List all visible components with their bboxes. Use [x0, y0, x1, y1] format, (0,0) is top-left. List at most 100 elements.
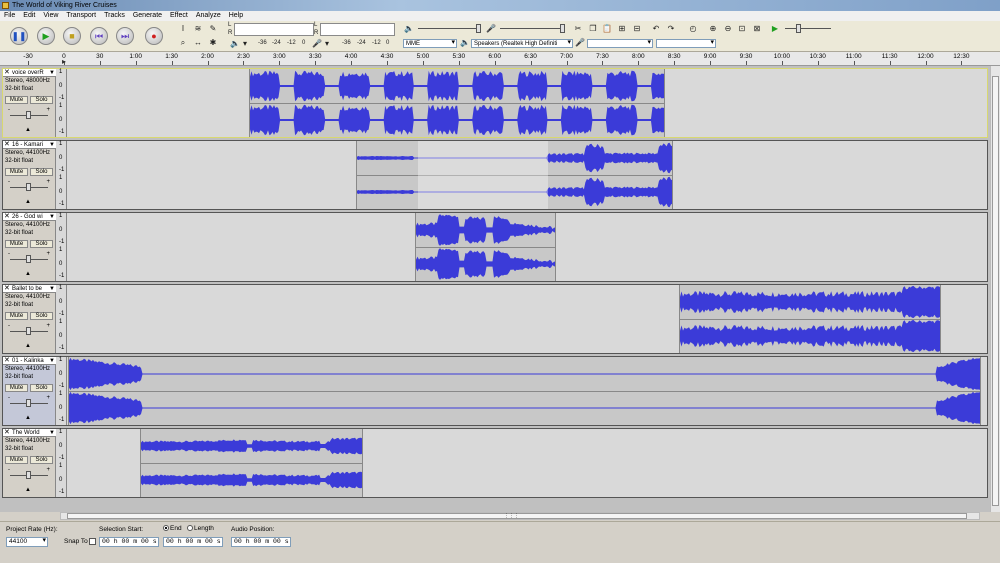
track-name-button[interactable]: ✕ 01 - Kalinka ▼: [3, 357, 56, 365]
project-rate-select[interactable]: 44100: [6, 537, 48, 547]
menu-effect[interactable]: Effect: [170, 11, 188, 21]
audio-clip[interactable]: [68, 357, 981, 425]
close-icon[interactable]: ✕: [4, 213, 10, 220]
gain-slider-knob[interactable]: [26, 471, 31, 479]
skip-start-button[interactable]: ⏮: [90, 27, 108, 45]
gain-slider-knob[interactable]: [26, 399, 31, 407]
audio-clip[interactable]: [140, 429, 363, 497]
track-control-panel[interactable]: ✕ The World ▼ Stereo, 44100Hz 32-bit float Mu…: [3, 429, 56, 497]
menu-analyze[interactable]: Analyze: [196, 11, 221, 21]
play-speed-slider[interactable]: [785, 28, 831, 29]
end-radio[interactable]: [163, 525, 169, 532]
chevron-down-icon[interactable]: ▼: [49, 357, 55, 364]
zoom-out-icon[interactable]: ⊖: [723, 24, 733, 34]
play-head-icon[interactable]: ▸: [62, 57, 66, 66]
selection-start-time[interactable]: 00 h 00 m 00 s: [99, 537, 159, 547]
close-icon[interactable]: ✕: [4, 357, 10, 364]
collapse-icon[interactable]: ▲: [25, 487, 31, 493]
audio-clip[interactable]: [249, 69, 665, 137]
draw-tool-icon[interactable]: ✎: [208, 24, 218, 34]
clip-area[interactable]: [68, 69, 987, 137]
audio-track[interactable]: ✕ Ballet to be ▼ Stereo, 44100Hz 32-bit floa…: [2, 284, 988, 354]
clip-area[interactable]: [68, 285, 987, 353]
trim-icon[interactable]: ⊞: [617, 24, 627, 34]
track-name-button[interactable]: ✕ Ballet to be ▼: [3, 285, 56, 293]
mute-button[interactable]: Mute: [5, 312, 28, 320]
gain-slider-knob[interactable]: [26, 327, 31, 335]
mute-button[interactable]: Mute: [5, 240, 28, 248]
chevron-down-icon[interactable]: ▼: [49, 429, 55, 436]
copy-icon[interactable]: ❐: [588, 24, 598, 34]
envelope-tool-icon[interactable]: ≋: [193, 24, 203, 34]
fit-selection-icon[interactable]: ⊡: [737, 24, 747, 34]
play-speed-knob[interactable]: [796, 24, 801, 33]
snap-to-checkbox[interactable]: [89, 538, 96, 545]
chevron-down-icon[interactable]: ▼: [49, 213, 55, 220]
chevron-down-icon[interactable]: ▾: [322, 39, 332, 49]
solo-button[interactable]: Solo: [30, 456, 53, 464]
audio-clip[interactable]: [679, 285, 941, 353]
menu-file[interactable]: File: [4, 11, 15, 21]
vertical-scrollbar[interactable]: [990, 66, 1000, 512]
solo-button[interactable]: Solo: [30, 384, 53, 392]
clip-area[interactable]: [68, 141, 987, 209]
output-device-select[interactable]: Speakers (Realtek High Definiti: [471, 39, 573, 48]
collapse-icon[interactable]: ▲: [25, 415, 31, 421]
menu-transport[interactable]: Transport: [66, 11, 96, 21]
paste-icon[interactable]: 📋: [602, 24, 612, 34]
record-button[interactable]: ●: [145, 27, 163, 45]
output-volume-slider[interactable]: [418, 28, 480, 29]
track-name-button[interactable]: ✕ 16 - Kamari ▼: [3, 141, 56, 149]
chevron-down-icon[interactable]: ▾: [240, 39, 250, 49]
length-radio[interactable]: [187, 525, 193, 532]
redo-icon[interactable]: ↷: [666, 24, 676, 34]
input-device-select[interactable]: [587, 39, 653, 48]
gain-slider-knob[interactable]: [26, 111, 31, 119]
collapse-icon[interactable]: ▲: [25, 343, 31, 349]
gain-slider[interactable]: - +: [8, 251, 50, 263]
menu-help[interactable]: Help: [229, 11, 243, 21]
menu-edit[interactable]: Edit: [23, 11, 35, 21]
audio-track[interactable]: ✕ voice overR ▼ Stereo, 48000Hz 32-bit float…: [2, 68, 988, 138]
solo-button[interactable]: Solo: [30, 240, 53, 248]
end-option[interactable]: End: [163, 525, 182, 532]
close-icon[interactable]: ✕: [4, 285, 10, 292]
selection-end-time[interactable]: 00 h 00 m 00 s: [163, 537, 223, 547]
collapse-icon[interactable]: ▲: [25, 199, 31, 205]
skip-end-button[interactable]: ⏭: [116, 27, 134, 45]
audio-track[interactable]: ✕ 01 - Kalinka ▼ Stereo, 44100Hz 32-bit floa…: [2, 356, 988, 426]
playback-meter[interactable]: [320, 23, 395, 36]
timeline-ruler[interactable]: -30 0 30 1:00 1:30 2:00 2:30 3:00 3:30 4:00 4:30 5:…: [0, 52, 1000, 66]
solo-button[interactable]: Solo: [30, 96, 53, 104]
chevron-down-icon[interactable]: ▼: [49, 69, 55, 76]
stop-button[interactable]: ■: [63, 27, 81, 45]
clip-area[interactable]: [68, 429, 987, 497]
audio-track[interactable]: ✕ The World ▼ Stereo, 44100Hz 32-bit float Mu…: [2, 428, 988, 498]
clip-area[interactable]: [68, 357, 987, 425]
gain-slider-knob[interactable]: [26, 255, 31, 263]
input-volume-slider[interactable]: [500, 28, 562, 29]
selection-tool-icon[interactable]: I: [178, 24, 188, 34]
sync-lock-icon[interactable]: ◴: [688, 24, 698, 34]
mute-button[interactable]: Mute: [5, 168, 28, 176]
input-channels-select[interactable]: [656, 39, 716, 48]
mute-button[interactable]: Mute: [5, 384, 28, 392]
output-volume-knob[interactable]: [476, 24, 481, 33]
close-icon[interactable]: ✕: [4, 429, 10, 436]
silence-icon[interactable]: ⊟: [632, 24, 642, 34]
mute-button[interactable]: Mute: [5, 456, 28, 464]
cut-icon[interactable]: ✂: [573, 24, 583, 34]
audio-host-select[interactable]: MME: [403, 39, 457, 48]
track-name-button[interactable]: ✕ The World ▼: [3, 429, 56, 437]
record-meter[interactable]: [234, 23, 314, 36]
gain-slider[interactable]: - +: [8, 323, 50, 335]
chevron-down-icon[interactable]: ▼: [49, 141, 55, 148]
track-control-panel[interactable]: ✕ 26 - God wi ▼ Stereo, 44100Hz 32-bit float…: [3, 213, 56, 281]
audio-position-time[interactable]: 00 h 00 m 00 s: [231, 537, 291, 547]
chevron-down-icon[interactable]: ▼: [49, 285, 55, 292]
menu-generate[interactable]: Generate: [133, 11, 162, 21]
close-icon[interactable]: ✕: [4, 141, 10, 148]
play-button[interactable]: ▶: [37, 27, 55, 45]
length-option[interactable]: Length: [187, 525, 214, 532]
undo-icon[interactable]: ↶: [651, 24, 661, 34]
